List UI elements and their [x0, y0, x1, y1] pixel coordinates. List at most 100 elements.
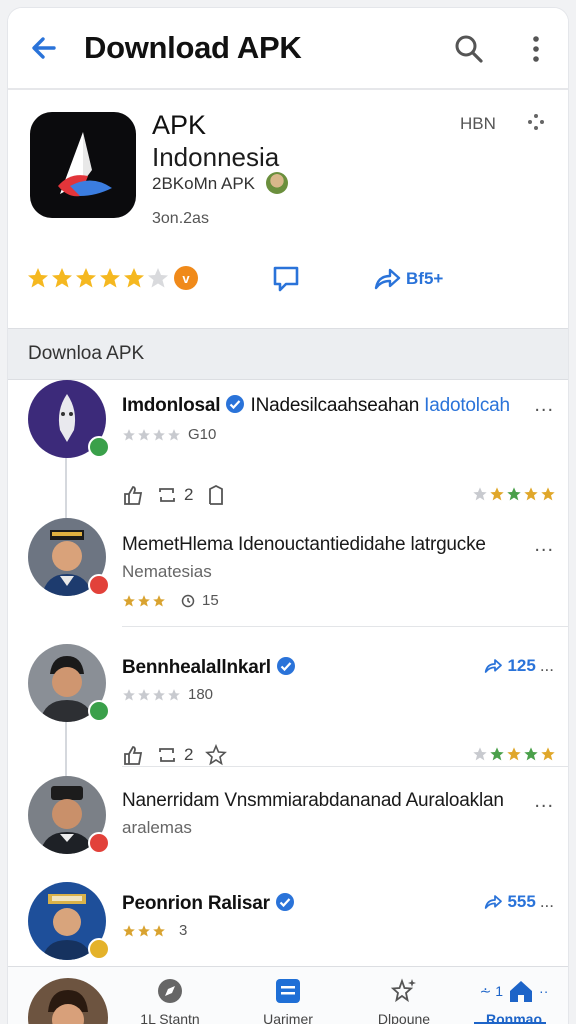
share-arrow-icon — [485, 895, 503, 909]
star-icon — [168, 428, 180, 441]
star-icon — [76, 268, 96, 288]
comment-icon[interactable] — [270, 262, 302, 294]
post-actions: 2 — [122, 484, 227, 506]
nav-item-home[interactable]: ⩪ 1 ·· Ronmao — [464, 977, 564, 1024]
star-icon — [153, 594, 165, 607]
nav-item-explore[interactable]: 1L Stantn — [120, 977, 220, 1024]
app-info-card: APK Indonnesia 2BKoMn APK 3on.2as HBN v … — [8, 90, 568, 328]
post-rating: G10 — [122, 426, 216, 443]
star-empty-icon — [148, 268, 168, 288]
post-inline-text: INadesilcaahseahan — [250, 395, 420, 416]
compass-icon — [158, 979, 182, 1003]
share-arrow-icon — [485, 659, 503, 673]
section-title: Downloa APK — [28, 343, 145, 364]
star-icon — [473, 487, 487, 501]
meta-code: HBN — [460, 114, 496, 133]
share-arrow-icon — [374, 268, 401, 290]
bookmark-icon[interactable] — [205, 484, 227, 506]
app-size: 3on.2as — [152, 210, 209, 227]
share-label: Bf5+ — [406, 269, 444, 288]
status-badge — [88, 832, 110, 854]
status-badge — [88, 436, 110, 458]
share-count[interactable]: 125 ... — [483, 656, 554, 676]
verified-icon — [226, 395, 245, 413]
star-icon — [138, 688, 150, 701]
verified-icon — [275, 893, 294, 911]
star-icon — [168, 688, 180, 701]
star-icon — [490, 747, 504, 761]
nav-label: 1L Stantn — [140, 1011, 200, 1024]
post-rating: 180 — [122, 686, 213, 703]
star-icon — [138, 428, 150, 441]
post-author[interactable]: Imdonlosal INadesilcaahseahan Iadotolcah — [122, 394, 510, 417]
share-count[interactable]: 555 ... — [483, 892, 554, 912]
developer-name[interactable]: 2BKoMn APK — [152, 174, 255, 194]
sparkle-dots-icon — [528, 114, 544, 130]
star-outline-icon[interactable] — [205, 744, 228, 766]
star-icon — [153, 688, 165, 701]
more-icon[interactable]: ... — [534, 534, 554, 557]
section-header: Downloa APK — [8, 328, 568, 380]
repost-icon[interactable] — [156, 744, 178, 766]
star-icon — [123, 594, 135, 607]
status-badge — [88, 938, 110, 960]
star-icon — [138, 924, 150, 937]
post-subtitle: Nematesias — [122, 562, 212, 581]
post-rating: 3 — [122, 922, 187, 939]
star-icon — [524, 747, 538, 761]
rating-badge: v — [174, 266, 198, 290]
share-button[interactable]: Bf5+ — [372, 264, 443, 294]
post-tag: Iadotolcah — [424, 395, 510, 416]
repost-icon[interactable] — [156, 484, 178, 506]
status-badge — [88, 574, 110, 596]
like-icon[interactable] — [122, 744, 144, 766]
post-rating: 15 — [122, 592, 219, 609]
kebab-menu-icon[interactable] — [524, 32, 548, 66]
divider — [122, 626, 568, 627]
star-icon — [138, 594, 150, 607]
post-author[interactable]: Peonrion Ralisar — [122, 892, 295, 915]
reply-count: 2 — [184, 485, 194, 504]
nav-item-discover[interactable]: Dlpoune — [354, 977, 454, 1024]
reply-count: 2 — [184, 745, 194, 764]
star-icon — [524, 487, 538, 501]
post-author[interactable]: Bennhealallnkarl — [122, 656, 296, 679]
star-icon — [123, 924, 135, 937]
star-icon — [153, 924, 165, 937]
nav-label: Dlpoune — [377, 1011, 431, 1024]
thread-line — [65, 716, 67, 780]
star-icon — [541, 487, 555, 501]
more-icon[interactable]: ... — [534, 394, 554, 417]
star-icon — [473, 747, 487, 761]
star-icon — [100, 268, 120, 288]
search-icon[interactable] — [452, 32, 486, 66]
verified-icon — [276, 657, 295, 675]
top-app-bar: Download APK — [8, 8, 568, 90]
rating-count: 3 — [179, 922, 188, 939]
star-icon — [123, 428, 135, 441]
app-rating: v — [26, 266, 198, 290]
rating-count: G10 — [188, 426, 217, 443]
nav-item-list[interactable]: Uarimer — [238, 977, 338, 1024]
post-side-rating — [472, 486, 556, 502]
star-icon — [124, 268, 144, 288]
star-icon — [28, 268, 48, 288]
app-logo — [30, 112, 136, 218]
star-icon — [153, 428, 165, 441]
arrow-left-icon[interactable] — [26, 30, 62, 66]
post-subtitle: aralemas — [122, 818, 192, 837]
rating-count: 180 — [188, 686, 214, 703]
app-name-line-2: Indonnesia — [152, 142, 280, 172]
like-icon[interactable] — [122, 484, 144, 506]
feed-list: Imdonlosal INadesilcaahseahan Iadotolcah… — [8, 380, 568, 990]
clock-icon — [181, 594, 195, 607]
rating-count: 15 — [202, 592, 219, 609]
post-actions: 2 — [122, 744, 228, 766]
sparkle-star-icon — [390, 978, 416, 1003]
star-icon — [507, 487, 521, 501]
nav-prefix: ⩪ 1 — [479, 982, 504, 999]
page-title: Download APK — [84, 30, 302, 65]
post-body: Nanerridam Vnsmmiarabdananad Auraloaklan — [122, 790, 504, 811]
more-icon[interactable]: ... — [534, 790, 554, 813]
post-body: MemetHlema Idenouctantiedidahe latrgucke — [122, 534, 486, 555]
